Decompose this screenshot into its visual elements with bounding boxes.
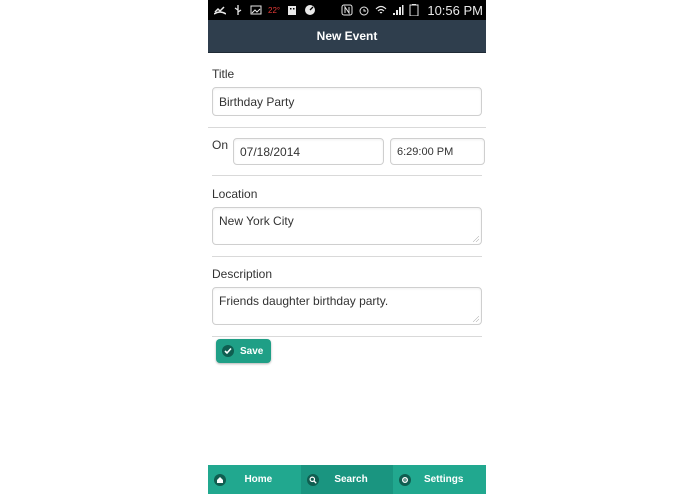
location-textarea[interactable]: New York City: [212, 207, 482, 245]
description-section: Description Friends daughter birthday pa…: [212, 256, 482, 337]
on-label: On: [212, 138, 229, 152]
search-icon: [306, 473, 319, 486]
resize-handle-icon[interactable]: [473, 236, 479, 242]
title-label: Title: [212, 67, 235, 81]
save-button[interactable]: Save: [216, 339, 271, 363]
tab-home[interactable]: Home: [208, 465, 301, 494]
location-label: Location: [212, 187, 258, 201]
title-section: Title Birthday Party: [208, 0, 486, 128]
location-section: Location New York City: [212, 176, 482, 257]
location-value: New York City: [219, 214, 294, 228]
gear-icon: [399, 473, 412, 486]
description-label: Description: [212, 267, 273, 281]
description-textarea[interactable]: Friends daughter birthday party.: [212, 287, 482, 325]
home-icon: [214, 473, 226, 486]
title-input[interactable]: Birthday Party: [212, 87, 482, 116]
tab-search-label: Search: [334, 474, 368, 485]
time-input[interactable]: 6:29:00 PM: [390, 138, 485, 165]
bottom-tab-bar: Home Search Settings: [208, 465, 486, 494]
resize-handle-icon[interactable]: [473, 316, 479, 322]
tab-settings-label: Settings: [423, 474, 464, 485]
save-label: Save: [240, 345, 264, 357]
tab-home-label: Home: [244, 474, 273, 485]
check-icon: [222, 345, 234, 357]
phone-screen: 22° 10:56 PM New Event Title Birthday Pa…: [208, 0, 486, 494]
description-value: Friends daughter birthday party.: [219, 294, 389, 308]
date-input[interactable]: 07/18/2014: [233, 138, 384, 165]
tab-search[interactable]: Search: [300, 465, 394, 494]
date-time-section: On 07/18/2014 6:29:00 PM: [212, 127, 485, 176]
tab-settings[interactable]: Settings: [393, 465, 486, 494]
